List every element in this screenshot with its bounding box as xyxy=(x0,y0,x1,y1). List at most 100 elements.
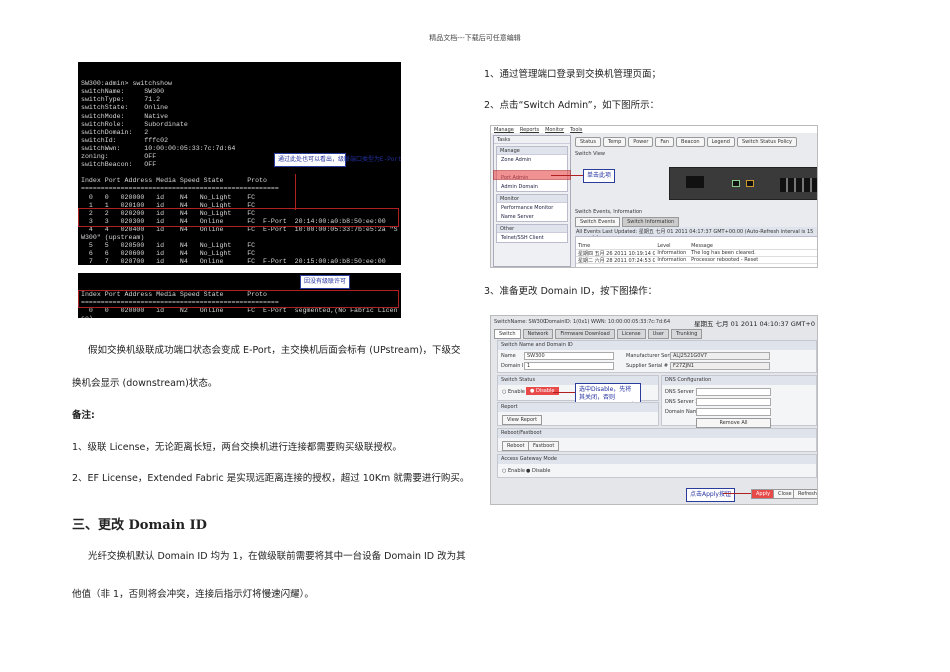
tab-license[interactable]: License xyxy=(616,329,646,339)
terminal-line: 0 0 020000 id N2 Online FC E-Port segmen… xyxy=(81,307,398,315)
task-name-server[interactable]: Name Server xyxy=(497,212,567,221)
reboot-section: Reboot/Fastboot xyxy=(498,429,816,438)
task-performance-monitor[interactable]: Performance Monitor xyxy=(497,203,567,212)
ag-disable-label: Disable xyxy=(531,468,551,474)
terminal-line: switchMode: Native xyxy=(81,112,169,120)
terminal-line: 7 7 020700 id N4 Online FC F-Port 20:15:… xyxy=(81,258,386,265)
reboot-button[interactable]: Reboot xyxy=(502,441,530,451)
tab-firmware-download[interactable]: Firmware Download xyxy=(555,329,615,339)
callout-arrow xyxy=(295,174,296,210)
menu-item[interactable]: Manage xyxy=(494,127,514,133)
fc-ports xyxy=(780,178,817,192)
terminal-line: switchWwn: 10:00:00:05:33:7c:7d:64 xyxy=(81,144,236,152)
dns-server-2-input[interactable] xyxy=(696,398,771,406)
toolbar-fan-button[interactable]: Fan xyxy=(655,137,675,147)
table-cell: Processor rebooted - Reset xyxy=(691,257,759,263)
tab-trunking[interactable]: Trunking xyxy=(671,329,703,339)
table-header: Time Level Message xyxy=(576,243,817,250)
events-table: Time Level Message 星期四 五月 26 2011 10:19:14 … xyxy=(575,236,817,267)
tab-user[interactable]: User xyxy=(647,329,670,339)
terminal-line: 0 0 020000 id N4 No_Light FC xyxy=(81,193,256,201)
toolbar-legend-button[interactable]: Legend xyxy=(706,137,735,147)
tab-switch[interactable]: Switch xyxy=(494,329,521,339)
view-report-button[interactable]: View Report xyxy=(502,415,543,425)
menu-bar: Manage Reports Monitor Tools xyxy=(491,126,817,133)
name-input[interactable]: SW300 xyxy=(524,352,614,360)
toolbar: Status Temp Power Fan Beacon Legend Switch Sta… xyxy=(575,137,799,147)
console-port xyxy=(746,180,754,187)
step-3: 3、准备更改 Domain ID，按下图操作： xyxy=(484,286,658,297)
table-cell: 星期四 五月 26 2011 10:19:14 GMT+00... xyxy=(578,251,655,256)
switch-admin-screenshot: SwitchName: SW300 DomainID: 1(0x1) WWN: … xyxy=(490,315,818,505)
monitor-header: Monitor xyxy=(497,195,567,203)
toolbar-beacon-button[interactable]: Beacon xyxy=(676,137,705,147)
terminal-line: switchDomain: 2 xyxy=(81,128,149,136)
note-1: 1、级联 License，无论距离长短，两台交换机进行连接都需要购买级联授权。 xyxy=(72,442,402,453)
domain-name-input[interactable] xyxy=(696,408,771,416)
paragraph-eport: 假如交换机级联成功端口状态会变成 E-Port，主交换机后面会标有 (UPstr… xyxy=(88,345,461,356)
upstream-highlight xyxy=(78,208,399,227)
enable-radio[interactable]: ○ Enable xyxy=(502,389,525,395)
tab-network[interactable]: Network xyxy=(522,329,554,339)
apply-callout: 点击Apply按钮 xyxy=(686,488,735,502)
ag-disable-radio[interactable]: ● Disable xyxy=(526,468,551,474)
supplier-serial-label: Supplier Serial # xyxy=(626,363,669,369)
dns-server-1-input[interactable] xyxy=(696,388,771,396)
terminal-line: SW300:admin> switchshow xyxy=(81,80,173,88)
switch-chassis-image xyxy=(669,167,817,200)
switch-view-label: Switch View xyxy=(575,151,605,157)
terminal-line: ========================================… xyxy=(81,185,279,193)
name-domain-section: Switch Name and Domain ID xyxy=(498,341,816,350)
task-admin-domain[interactable]: Admin Domain xyxy=(497,182,567,191)
page-header: 精品文档---下载后可任意编辑 xyxy=(429,34,521,42)
step-2: 2、点击“Switch Admin”，如下图所示： xyxy=(484,100,660,111)
menu-item[interactable]: Monitor xyxy=(545,127,564,133)
paragraph-domain-cont: 他值（非 1，否则将会冲突，连接后指示灯将慢速闪耀）。 xyxy=(72,589,314,600)
table-cell: Level xyxy=(657,243,671,249)
menu-item[interactable]: Tools xyxy=(570,127,582,133)
callout-arrow xyxy=(551,175,583,176)
switch-explorer-screenshot: Manage Reports Monitor Tools Tasks Manage Z… xyxy=(490,125,818,268)
terminal-line: switchType: 71.2 xyxy=(81,96,161,104)
events-tab[interactable]: Switch Information xyxy=(622,217,680,227)
terminal-line: se) xyxy=(81,315,398,318)
terminal-line: switchRole: Subordinate xyxy=(81,120,188,128)
license-terminal: Index Port Address Media Speed State Pro… xyxy=(78,273,401,318)
menu-item[interactable]: Reports xyxy=(520,127,539,133)
fastboot-button[interactable]: Fastboot xyxy=(528,441,560,451)
task-telnet-ssh-client[interactable]: Telnet/SSH Client xyxy=(497,233,567,242)
tasks-title: Tasks xyxy=(494,136,570,144)
disable-radio[interactable]: ● Disable xyxy=(526,387,559,395)
task-zone-admin[interactable]: Zone Admin xyxy=(497,155,567,164)
toolbar-status-button[interactable]: Status xyxy=(575,137,601,147)
table-cell: Time xyxy=(578,243,591,249)
toolbar-switch-status-policy-button[interactable]: Switch Status Policy xyxy=(736,137,798,147)
toolbar-power-button[interactable]: Power xyxy=(628,137,654,147)
toolbar-temp-button[interactable]: Temp xyxy=(602,137,627,147)
disable-label: Disable xyxy=(535,388,555,394)
ag-enable-label: Enable xyxy=(507,468,525,474)
name-label: Name xyxy=(501,353,516,359)
refresh-button[interactable]: Refresh xyxy=(793,489,817,499)
dns-server-2-label: DNS Server 2 xyxy=(665,399,699,405)
terminal-line: switchState: Online xyxy=(81,104,169,112)
switchshow-terminal: SW300:admin> switchshow switchName: SW300… xyxy=(78,62,401,265)
events-tab[interactable]: Switch Events xyxy=(575,217,621,227)
ag-enable-radio[interactable]: ○ Enable xyxy=(502,468,525,474)
table-cell: Information xyxy=(657,257,687,263)
supplier-serial-value: F27ZJN1 xyxy=(670,362,770,370)
domain-id-input[interactable]: 1 xyxy=(524,362,614,370)
domain-info: DomainID: 1(0x1) WWN: 10:00:00:05:33:7c:… xyxy=(545,319,671,325)
report-section: Report xyxy=(498,403,658,412)
terminal-line: 5 5 020500 id N4 No_Light FC xyxy=(81,242,256,250)
events-tabs: Switch Events Switch Information xyxy=(575,217,681,227)
terminal-line: Index Port Address Media Speed State Pro… xyxy=(81,177,267,185)
table-cell: 星期二 六月 28 2011 07:24:53 GMT+00... xyxy=(578,258,655,263)
remove-all-button[interactable]: Remove All xyxy=(696,418,771,428)
dns-server-1-label: DNS Server 1 xyxy=(665,389,699,395)
table-cell: The log has been cleared. xyxy=(691,250,756,256)
access-gateway-section: Access Gateway Mode xyxy=(498,455,816,464)
apply-button[interactable]: Apply xyxy=(751,489,776,499)
section-title: 三、更改 Domain ID xyxy=(72,518,207,533)
